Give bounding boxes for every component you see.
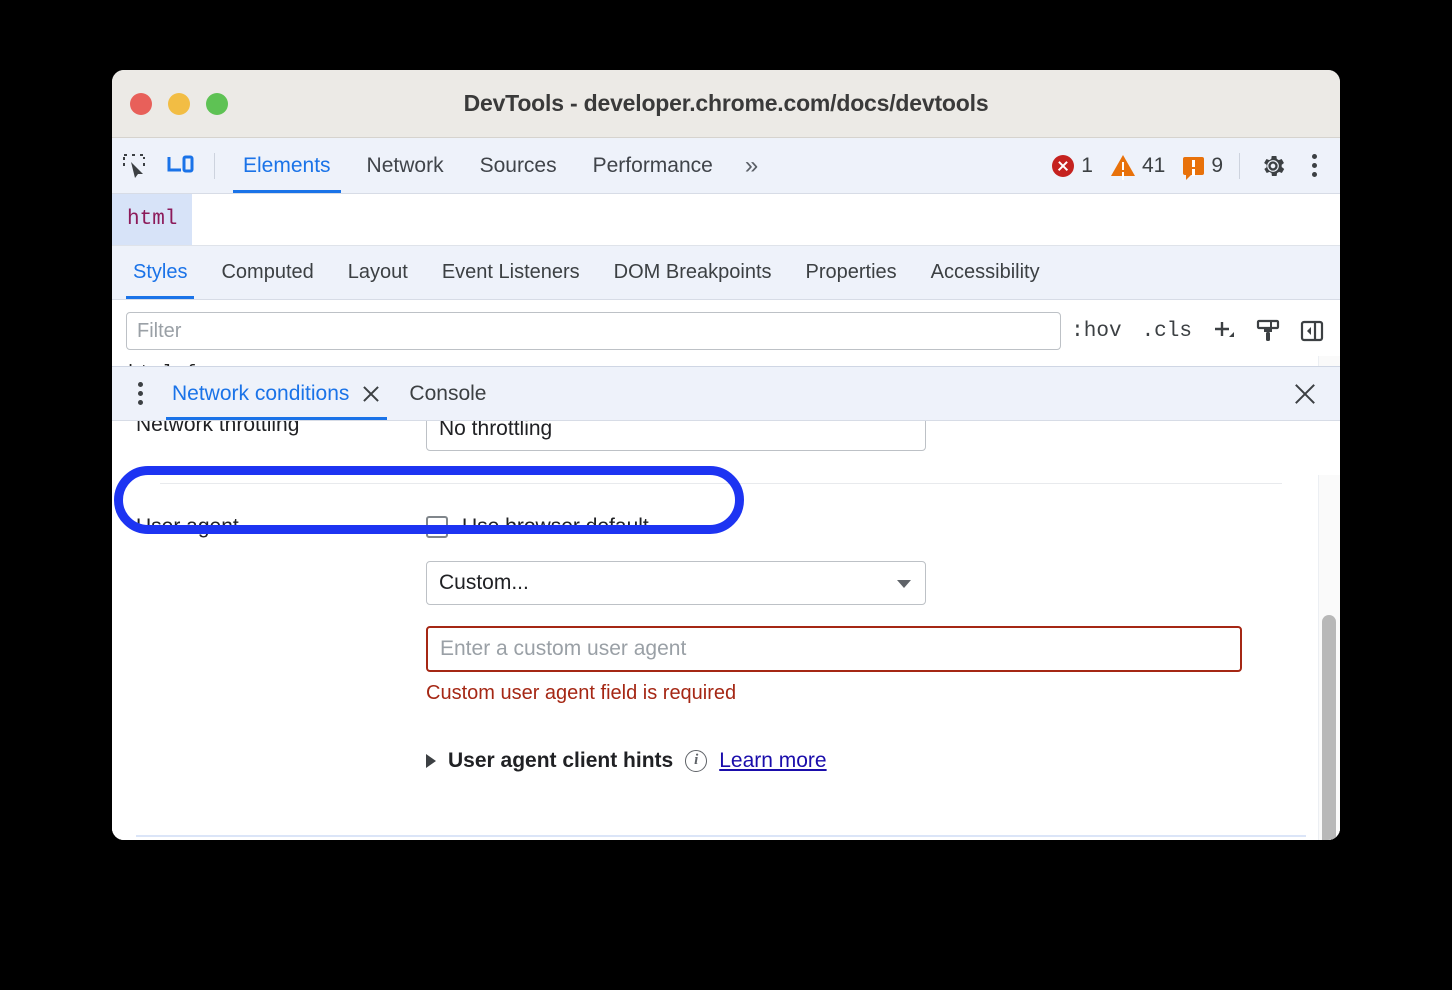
tab-sources[interactable]: Sources bbox=[462, 138, 575, 193]
warning-count: 41 bbox=[1142, 154, 1165, 178]
warning-counter[interactable]: 41 bbox=[1105, 154, 1171, 178]
user-agent-preset-value: Custom... bbox=[439, 571, 529, 595]
panel-tabs: Elements Network Sources Performance » bbox=[225, 138, 769, 193]
styles-filter-input[interactable] bbox=[126, 312, 1061, 350]
issue-counter[interactable]: 9 bbox=[1177, 154, 1229, 178]
user-agent-preset-select[interactable]: Custom... bbox=[426, 561, 926, 605]
paint-brush-icon[interactable] bbox=[1246, 312, 1290, 350]
window-title: DevTools - developer.chrome.com/docs/dev… bbox=[112, 90, 1340, 117]
inspect-element-icon[interactable] bbox=[112, 147, 158, 185]
subtab-computed-label: Computed bbox=[221, 261, 313, 284]
chevron-down-icon bbox=[897, 580, 911, 588]
devtools-main-toolbar: Elements Network Sources Performance » 1… bbox=[112, 138, 1340, 194]
drawer-tab-console[interactable]: Console bbox=[395, 367, 500, 420]
error-icon bbox=[1052, 155, 1074, 177]
drawer-tab-console-label: Console bbox=[409, 382, 486, 406]
device-toolbar-icon[interactable] bbox=[158, 147, 204, 185]
error-counter[interactable]: 1 bbox=[1046, 154, 1099, 178]
client-hints-wrap: User agent client hints i Learn more bbox=[112, 721, 1340, 773]
subtab-computed[interactable]: Computed bbox=[204, 246, 330, 299]
breadcrumb-item-html[interactable]: html bbox=[112, 194, 192, 245]
close-drawer-icon[interactable] bbox=[1292, 381, 1318, 407]
cls-button[interactable]: .cls bbox=[1132, 320, 1202, 343]
tab-elements[interactable]: Elements bbox=[225, 138, 349, 193]
subtab-properties-label: Properties bbox=[806, 261, 897, 284]
window-title-bar: DevTools - developer.chrome.com/docs/dev… bbox=[112, 70, 1340, 138]
drawer-tab-network-conditions-label: Network conditions bbox=[172, 382, 349, 406]
user-agent-preset-wrap: Custom... bbox=[112, 561, 1340, 605]
sidebar-pane-tabs: Styles Computed Layout Event Listeners D… bbox=[112, 246, 1340, 300]
toolbar-right-actions bbox=[1250, 147, 1340, 185]
custom-user-agent-wrap: Custom user agent field is required bbox=[112, 626, 1340, 705]
styles-filter-row: :hov .cls bbox=[112, 300, 1340, 362]
tab-elements-label: Elements bbox=[243, 154, 331, 178]
tab-performance-label: Performance bbox=[593, 154, 713, 178]
drawer-tab-bar: Network conditions Console bbox=[112, 367, 1340, 421]
subtab-event-listeners[interactable]: Event Listeners bbox=[425, 246, 597, 299]
subtab-layout-label: Layout bbox=[348, 261, 408, 284]
user-agent-client-hints-row: User agent client hints i Learn more bbox=[426, 749, 1316, 773]
issue-counters: 1 41 9 bbox=[1046, 154, 1229, 178]
annotation-clip bbox=[0, 440, 760, 560]
devtools-drawer: Network conditions Console Network throt… bbox=[112, 366, 1340, 840]
kebab-menu-icon[interactable] bbox=[1296, 148, 1332, 184]
gear-icon[interactable] bbox=[1250, 147, 1296, 185]
subtab-layout[interactable]: Layout bbox=[331, 246, 425, 299]
drawer-tab-network-conditions[interactable]: Network conditions bbox=[158, 367, 395, 420]
subtab-styles[interactable]: Styles bbox=[116, 246, 204, 299]
tab-performance[interactable]: Performance bbox=[575, 138, 731, 193]
info-icon[interactable]: i bbox=[685, 750, 707, 772]
subtab-properties[interactable]: Properties bbox=[789, 246, 914, 299]
close-network-conditions-icon[interactable] bbox=[361, 384, 381, 404]
toggle-sidebar-icon[interactable] bbox=[1290, 312, 1334, 350]
toolbar-divider-right bbox=[1239, 153, 1240, 179]
tab-network-label: Network bbox=[367, 154, 444, 178]
user-agent-highlight-annotation bbox=[114, 466, 744, 534]
subtab-event-listeners-label: Event Listeners bbox=[442, 261, 580, 284]
tab-network[interactable]: Network bbox=[349, 138, 462, 193]
warning-icon bbox=[1111, 155, 1135, 176]
drawer-kebab-menu-icon[interactable] bbox=[122, 376, 158, 412]
issue-count: 9 bbox=[1211, 154, 1223, 178]
subtab-accessibility[interactable]: Accessibility bbox=[914, 246, 1057, 299]
bottom-section-divider bbox=[136, 835, 1306, 837]
more-tabs-icon[interactable]: » bbox=[731, 152, 769, 180]
subtab-dom-breakpoints-label: DOM Breakpoints bbox=[614, 261, 772, 284]
subtab-accessibility-label: Accessibility bbox=[931, 261, 1040, 284]
expand-triangle-icon[interactable] bbox=[426, 754, 436, 768]
add-new-style-rule-icon[interactable] bbox=[1202, 312, 1246, 350]
network-throttling-value: No throttling bbox=[439, 421, 552, 441]
custom-user-agent-input[interactable] bbox=[426, 626, 1242, 672]
toolbar-divider bbox=[214, 153, 215, 179]
screenshot-stage: DevTools - developer.chrome.com/docs/dev… bbox=[0, 0, 1452, 990]
network-throttling-label: Network throttling bbox=[136, 421, 426, 437]
subtab-styles-label: Styles bbox=[133, 261, 187, 284]
subtab-dom-breakpoints[interactable]: DOM Breakpoints bbox=[597, 246, 789, 299]
error-count: 1 bbox=[1081, 154, 1093, 178]
hov-button[interactable]: :hov bbox=[1061, 320, 1131, 343]
learn-more-link[interactable]: Learn more bbox=[719, 749, 826, 773]
user-agent-client-hints-label[interactable]: User agent client hints bbox=[448, 749, 673, 773]
tab-sources-label: Sources bbox=[480, 154, 557, 178]
custom-user-agent-error: Custom user agent field is required bbox=[426, 682, 1316, 705]
dom-breadcrumb: html bbox=[112, 194, 1340, 246]
issue-icon bbox=[1183, 157, 1204, 175]
